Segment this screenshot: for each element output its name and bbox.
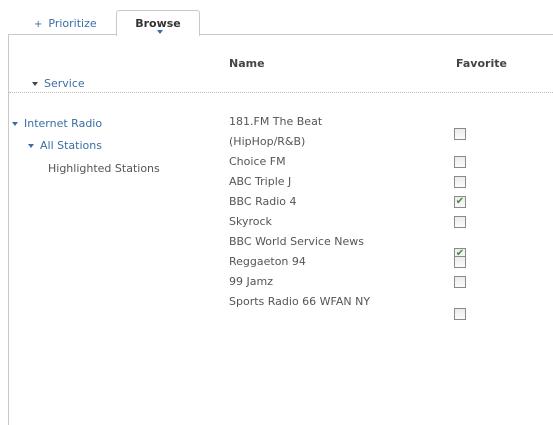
triangle-down-icon: [28, 144, 34, 148]
plus-icon: +: [34, 19, 43, 30]
tab-browse[interactable]: Browse: [116, 10, 200, 36]
favorite-checkbox[interactable]: [454, 176, 466, 188]
tree-item-label: Highlighted Stations: [48, 162, 160, 175]
favorite-checkbox[interactable]: [454, 216, 466, 228]
table-row: ABC Triple J: [229, 172, 529, 192]
station-name[interactable]: Choice FM: [229, 152, 399, 172]
station-name[interactable]: Reggaeton 94: [229, 252, 399, 272]
divider: [9, 92, 553, 93]
table-row: Reggaeton 94: [229, 252, 529, 272]
station-name[interactable]: 99 Jamz: [229, 272, 399, 292]
favorite-checkbox[interactable]: [454, 308, 466, 320]
station-list: 181.FM The Beat (HipHop/R&B) Choice FM ABC…: [229, 112, 529, 320]
table-row: Sports Radio 66 WFAN NY: [229, 292, 529, 320]
tab-prioritize-label: Prioritize: [48, 17, 97, 30]
favorite-checkbox[interactable]: [454, 128, 466, 140]
tab-browse-label: Browse: [135, 17, 181, 30]
station-name[interactable]: ABC Triple J: [229, 172, 399, 192]
service-label: Service: [44, 77, 85, 90]
favorite-checkbox[interactable]: [454, 156, 466, 168]
station-name[interactable]: BBC World Service News: [229, 232, 399, 252]
tree-item-all-stations[interactable]: All Stations: [28, 139, 102, 152]
column-header-name[interactable]: Name: [229, 57, 265, 70]
tree-item-highlighted-stations[interactable]: Highlighted Stations: [48, 162, 160, 175]
check-icon: ✔: [455, 196, 465, 207]
table-row: 181.FM The Beat (HipHop/R&B): [229, 112, 529, 152]
triangle-down-icon: [32, 82, 38, 86]
column-header-favorite[interactable]: Favorite: [456, 57, 507, 70]
favorite-checkbox[interactable]: [454, 276, 466, 288]
tree-item-internet-radio[interactable]: Internet Radio: [12, 117, 102, 130]
station-name[interactable]: Skyrock: [229, 212, 399, 232]
station-name[interactable]: 181.FM The Beat (HipHop/R&B): [229, 112, 399, 152]
service-toggle[interactable]: Service: [32, 77, 85, 90]
table-row: BBC Radio 4 ✔: [229, 192, 529, 212]
tree-item-label: All Stations: [40, 139, 102, 152]
favorite-checkbox[interactable]: [454, 256, 466, 268]
table-row: BBC World Service News ✔: [229, 232, 529, 260]
table-row: Skyrock: [229, 212, 529, 232]
caret-down-icon: [157, 30, 163, 34]
table-row: 99 Jamz: [229, 272, 529, 292]
triangle-down-icon: [12, 122, 18, 126]
table-row: Choice FM: [229, 152, 529, 172]
station-name[interactable]: Sports Radio 66 WFAN NY: [229, 292, 399, 312]
tree-item-label: Internet Radio: [24, 117, 103, 130]
tab-prioritize[interactable]: + Prioritize: [34, 16, 97, 32]
favorite-checkbox[interactable]: ✔: [454, 196, 466, 208]
station-name[interactable]: BBC Radio 4: [229, 192, 399, 212]
